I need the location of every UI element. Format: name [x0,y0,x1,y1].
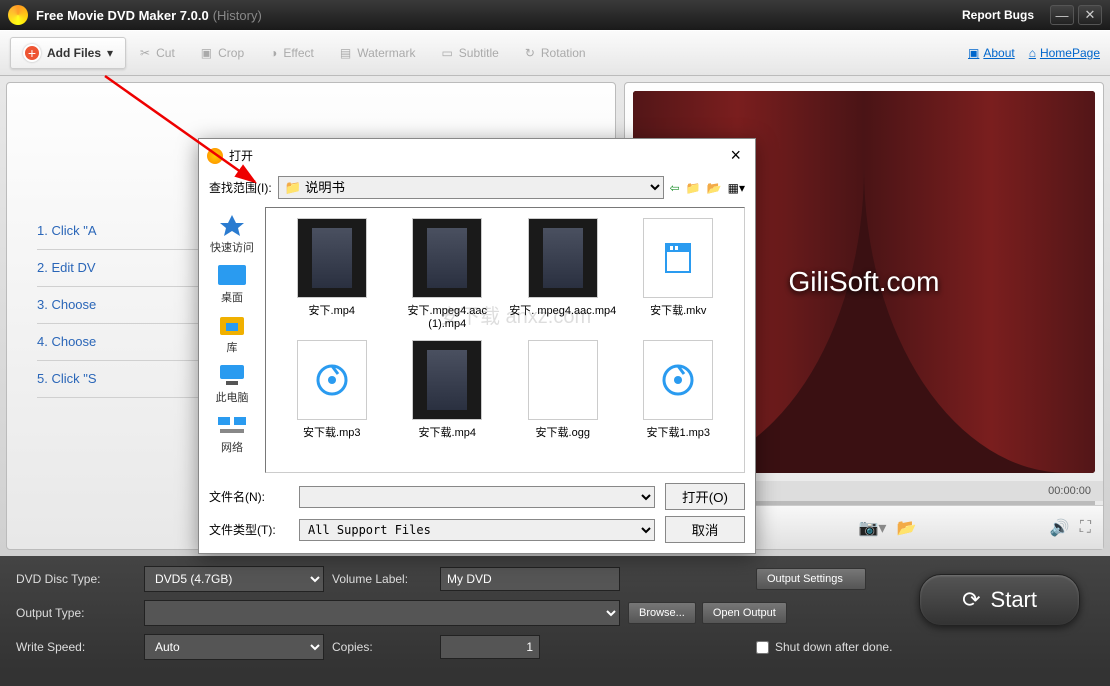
video-thumbnail-icon [412,340,482,420]
file-item[interactable]: 安下.mpeg4.aac (1).mp4 [392,218,504,330]
homepage-link[interactable]: ⌂HomePage [1029,46,1100,60]
sidebar-quick-access[interactable]: 快速访问 [210,213,254,255]
file-list[interactable]: 安下.mp4 安下.mpeg4.aac (1).mp4 安下. mpeg4.aac.… [265,207,745,473]
rotation-button[interactable]: ↻Rotation [513,40,598,66]
dialog-open-button[interactable]: 打开(O) [665,483,745,510]
copies-input[interactable] [440,635,540,659]
cut-button[interactable]: ✂Cut [128,40,187,66]
file-item[interactable]: 安下载.mkv [623,218,735,330]
new-folder-icon[interactable]: 📂 [707,181,722,195]
subtitle-icon: ▭ [441,46,452,60]
file-name: 安下.mpeg4.aac (1).mp4 [392,302,504,330]
open-folder-button[interactable]: 📂 [896,518,916,538]
audio-thumbnail-icon [297,340,367,420]
filetype-select[interactable]: All Support Files [299,519,655,541]
file-item[interactable]: 安下. mpeg4.aac.mp4 [507,218,619,330]
rotation-icon: ↻ [525,46,535,60]
fullscreen-button[interactable]: ⛶ [1080,519,1091,537]
volume-button[interactable]: 🔊 [1050,518,1070,538]
view-menu-icon[interactable]: ▦▾ [728,181,745,195]
file-name: 安下载.mp3 [303,424,360,440]
shutdown-checkbox-label[interactable]: Shut down after done. [756,640,1094,654]
file-name: 安下.mp4 [309,302,355,318]
effect-icon: ◑ [270,46,277,60]
up-folder-icon[interactable]: 📁 [686,181,701,195]
write-speed-select[interactable]: Auto [144,634,324,660]
shutdown-checkbox[interactable] [756,641,769,654]
file-name: 安下载.ogg [536,424,590,440]
volume-label-input[interactable] [440,567,620,591]
add-files-label: Add Files [47,46,101,60]
file-item[interactable]: 安下.mp4 [276,218,388,330]
disc-type-select[interactable]: DVD5 (4.7GB) [144,566,324,592]
subtitle-button[interactable]: ▭Subtitle [429,40,510,66]
about-link[interactable]: ▣About [968,46,1015,60]
back-icon[interactable]: ⇦ [670,181,680,195]
places-sidebar: 快速访问 桌面 库 此电脑 网络 [199,203,265,477]
file-name: 安下载1.mp3 [646,424,710,440]
file-name: 安下载.mkv [650,302,706,318]
time-total: 00:00:00 [1048,485,1091,497]
crop-icon: ▣ [201,46,212,60]
volume-label-label: Volume Label: [332,572,432,586]
app-title: Free Movie DVD Maker 7.0.0 [36,8,209,23]
file-name: 安下载.mp4 [419,424,476,440]
file-item[interactable]: 安下载.mp3 [276,340,388,440]
filetype-label: 文件类型(T): [209,521,289,538]
file-name: 安下. mpeg4.aac.mp4 [509,302,616,318]
write-speed-label: Write Speed: [16,640,136,654]
minimize-button[interactable]: — [1050,5,1074,25]
dialog-cancel-button[interactable]: 取消 [665,516,745,543]
file-item[interactable]: 安下载.ogg [507,340,619,440]
chevron-down-icon: ▾ [107,46,113,60]
file-item[interactable]: 安下载1.mp3 [623,340,735,440]
sidebar-desktop[interactable]: 桌面 [216,263,248,305]
watermark-button[interactable]: ▤Watermark [328,40,428,66]
output-settings-button[interactable]: Output Settings [756,568,866,590]
effect-button[interactable]: ◑Effect [258,40,326,66]
sidebar-libraries[interactable]: 库 [216,313,248,355]
look-in-select[interactable]: 📁 说明书 [278,176,664,199]
dialog-icon [207,148,223,164]
crop-button[interactable]: ▣Crop [189,40,256,66]
copies-label: Copies: [332,640,432,654]
sidebar-network[interactable]: 网络 [216,413,248,455]
doc-thumbnail-icon [643,218,713,298]
open-output-button[interactable]: Open Output [702,602,787,624]
sidebar-this-pc[interactable]: 此电脑 [216,363,249,405]
app-icon [8,5,28,25]
report-bugs-link[interactable]: Report Bugs [962,8,1034,22]
browse-button[interactable]: Browse... [628,602,696,624]
look-in-label: 查找范围(I): [209,179,272,196]
file-item[interactable]: 安下载.mp4 [392,340,504,440]
video-thumbnail-icon [528,218,598,298]
home-icon: ⌂ [1029,46,1036,60]
snapshot-button[interactable]: 📷▾ [859,518,887,538]
blank-thumbnail-icon [528,340,598,420]
audio-thumbnail-icon [643,340,713,420]
brand-text: GiliSoft.com [789,266,940,298]
scissors-icon: ✂ [140,46,150,60]
dialog-title: 打开 [229,147,253,164]
filename-input[interactable] [299,486,655,508]
watermark-icon: ▤ [340,46,351,60]
plus-icon: + [23,44,41,62]
dialog-close-button[interactable]: × [724,145,747,166]
video-thumbnail-icon [412,218,482,298]
close-button[interactable]: ✕ [1078,5,1102,25]
about-icon: ▣ [968,46,979,60]
start-button[interactable]: ⟳ Start [919,574,1080,626]
title-bar: Free Movie DVD Maker 7.0.0 (History) Rep… [0,0,1110,30]
output-type-label: Output Type: [16,606,136,620]
history-link[interactable]: (History) [213,8,262,23]
filename-label: 文件名(N): [209,488,289,505]
video-thumbnail-icon [297,218,367,298]
output-type-select[interactable] [144,600,620,626]
refresh-icon: ⟳ [962,587,980,613]
disc-type-label: DVD Disc Type: [16,572,136,586]
open-file-dialog: 打开 × 查找范围(I): 📁 说明书 ⇦ 📁 📂 ▦▾ 快速访问 桌面 库 此… [198,138,756,554]
add-files-button[interactable]: + Add Files ▾ [10,37,126,69]
bottom-panel: DVD Disc Type: DVD5 (4.7GB) Volume Label… [0,556,1110,670]
toolbar: + Add Files ▾ ✂Cut ▣Crop ◑Effect ▤Waterm… [0,30,1110,76]
